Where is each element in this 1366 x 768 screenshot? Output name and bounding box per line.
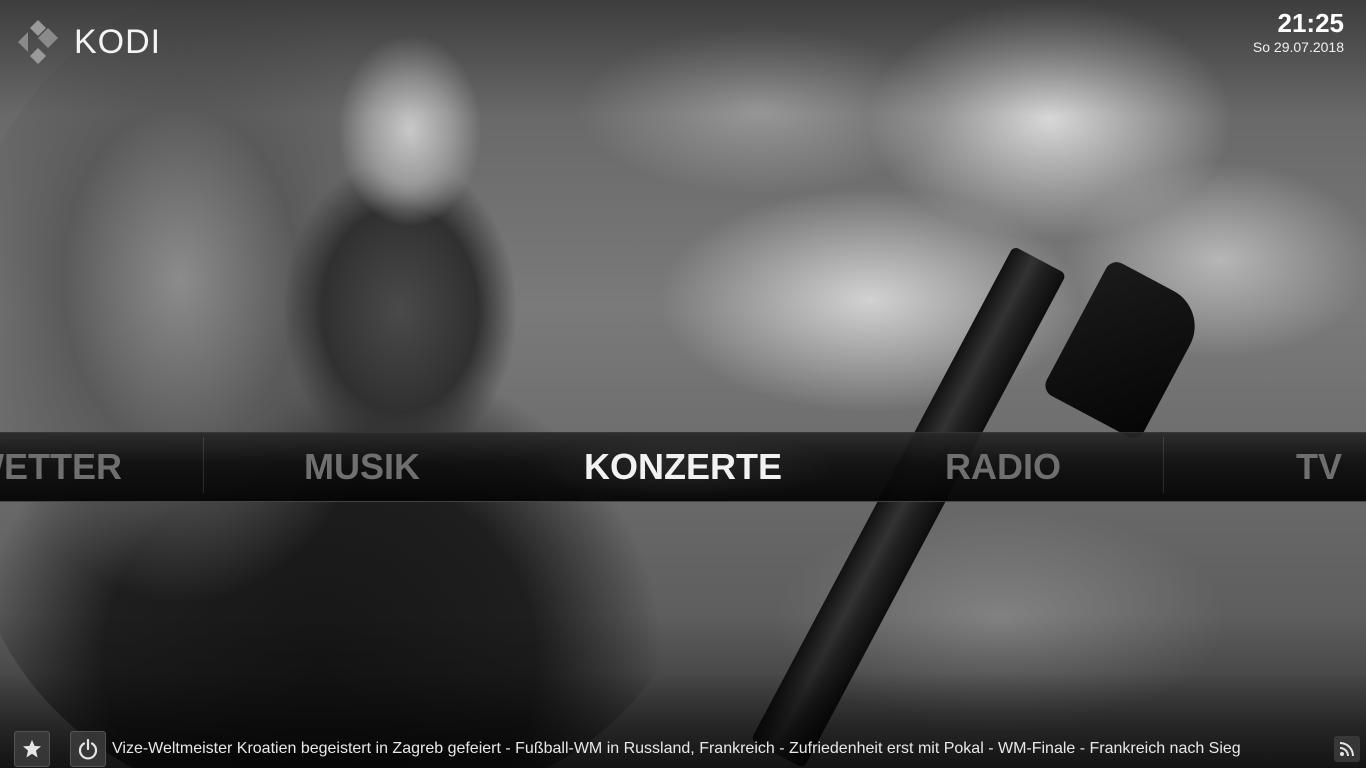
clock-date: So 29.07.2018: [1252, 39, 1344, 55]
kodi-home-screen: KODI 21:25 So 29.07.2018 WETTER MUSIK KO…: [0, 0, 1366, 768]
kodi-logo-text: KODI: [74, 22, 162, 61]
menu-item-label: KONZERTE: [584, 446, 782, 487]
menu-item-radio[interactable]: RADIO: [903, 433, 1103, 501]
rss-icon: [1339, 742, 1354, 757]
power-icon: [78, 738, 98, 760]
rss-ticker-text: Vize-Weltmeister Kroatien begeistert in …: [112, 740, 1241, 757]
menu-item-konzerte[interactable]: KONZERTE: [522, 433, 844, 501]
rss-button[interactable]: [1334, 736, 1360, 762]
clock-time: 21:25: [1277, 8, 1345, 38]
menu-divider: [203, 437, 204, 493]
power-button[interactable]: [70, 731, 106, 767]
background-vignette: [0, 0, 1366, 768]
kodi-logo-icon: [14, 18, 64, 66]
favourites-button[interactable]: [14, 731, 50, 767]
rss-news-ticker: Vize-Weltmeister Kroatien begeistert in …: [112, 736, 1330, 762]
main-menu-bar: WETTER MUSIK KONZERTE RADIO TV: [0, 432, 1366, 502]
menu-divider: [1163, 437, 1164, 493]
menu-item-label: MUSIK: [304, 446, 420, 487]
clock: 21:25 So 29.07.2018: [1253, 8, 1344, 56]
menu-item-label: WETTER: [0, 446, 122, 487]
kodi-logo: KODI: [14, 18, 161, 66]
star-icon: [23, 740, 41, 758]
menu-item-tv[interactable]: TV: [1250, 433, 1366, 501]
menu-item-label: RADIO: [945, 446, 1061, 487]
menu-item-wetter[interactable]: WETTER: [0, 433, 160, 501]
menu-item-musik[interactable]: MUSIK: [262, 433, 462, 501]
menu-item-label: TV: [1296, 446, 1343, 487]
